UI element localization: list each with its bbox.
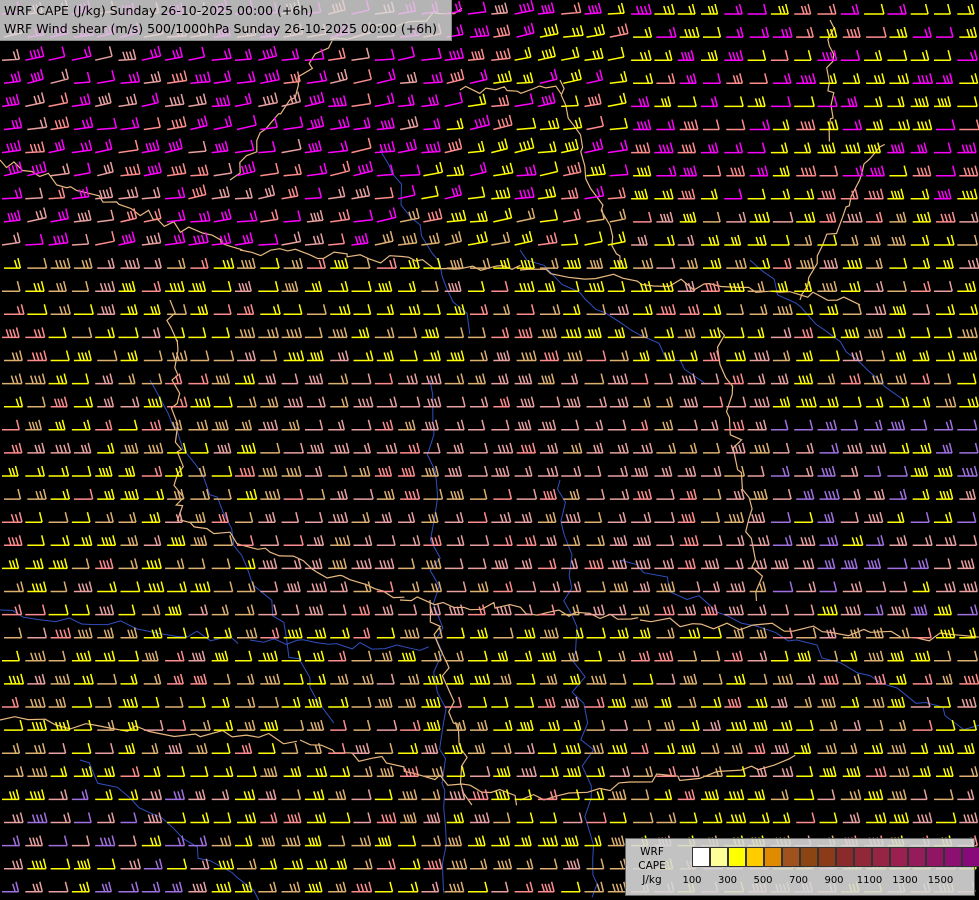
legend-model-label: WRF <box>640 846 664 858</box>
legend-swatch <box>692 847 710 867</box>
river-line <box>249 638 429 651</box>
border-line <box>459 85 562 95</box>
legend-swatch <box>962 847 979 867</box>
border-line <box>429 599 473 806</box>
legend-swatch <box>926 847 944 867</box>
river-line <box>426 379 447 894</box>
legend-color-scale <box>692 847 979 867</box>
border-line <box>166 299 185 522</box>
legend-swatch <box>728 847 746 867</box>
legend-swatch <box>890 847 908 867</box>
border-line <box>519 754 796 801</box>
wind-barb-group <box>2 2 979 893</box>
cape-legend: WRF CAPE J/kg 100 300 500 700 900 1100 1300 150… <box>625 838 979 896</box>
map-stage: WRF CAPE (J/kg) Sunday 26-10-2025 00:00 … <box>0 0 979 900</box>
river-line <box>149 379 335 724</box>
legend-swatch <box>800 847 818 867</box>
legend-unit-label: J/kg <box>642 874 662 886</box>
legend-field-label: CAPE <box>638 860 666 872</box>
legend-swatch <box>836 847 854 867</box>
cape-title: WRF CAPE (J/kg) Sunday 26-10-2025 00:00 … <box>4 3 314 18</box>
legend-tick: 300 <box>717 875 738 886</box>
legend-swatch <box>710 847 728 867</box>
river-line <box>79 759 260 900</box>
legend-swatch <box>782 847 800 867</box>
map-title-box: WRF CAPE (J/kg) Sunday 26-10-2025 00:00 … <box>0 0 452 41</box>
legend-tick: 1100 <box>856 875 883 886</box>
legend-swatch <box>944 847 962 867</box>
border-line <box>716 329 764 602</box>
legend-tick: 700 <box>788 875 809 886</box>
legend-swatch <box>746 847 764 867</box>
wind-barbs <box>1 0 979 893</box>
legend-tick: 1300 <box>892 875 918 886</box>
legend-tick-labels: 100 300 500 700 900 1100 1300 1500 <box>676 875 976 891</box>
legend-tick: 900 <box>824 875 844 886</box>
river-line <box>556 479 598 898</box>
legend-labels: WRF CAPE J/kg <box>632 845 672 887</box>
legend-tick: 100 <box>682 875 702 886</box>
wind-shear-map <box>0 0 979 900</box>
border-line <box>239 248 521 271</box>
legend-swatch <box>818 847 836 867</box>
legend-tick: 500 <box>753 875 773 886</box>
legend-tick: 1500 <box>927 875 954 886</box>
legend-swatch <box>764 847 782 867</box>
shear-title: WRF Wind shear (m/s) 500/1000hPa Sunday … <box>4 21 437 36</box>
wind-barb-group <box>2 207 979 893</box>
legend-swatch <box>854 847 872 867</box>
legend-swatch <box>872 847 890 867</box>
legend-swatch <box>908 847 926 867</box>
wind-barb-group <box>2 419 979 893</box>
